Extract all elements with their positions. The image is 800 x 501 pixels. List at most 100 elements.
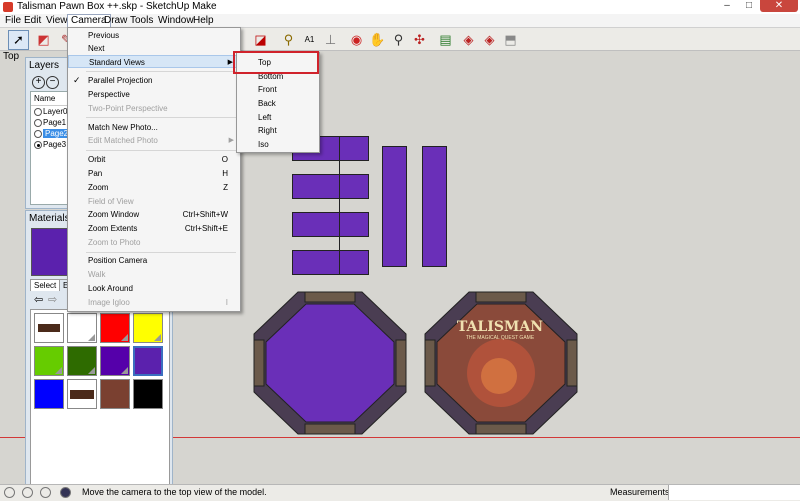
view-label: Top <box>3 51 20 62</box>
layer-radio-active[interactable] <box>34 141 42 149</box>
maximize-button[interactable]: □ <box>738 0 760 12</box>
menu-item-previous[interactable]: Previous <box>68 29 240 42</box>
menu-draw[interactable]: Draw <box>101 14 130 27</box>
submenu-item-front[interactable]: Front <box>237 83 319 96</box>
material-swatch[interactable] <box>34 379 64 409</box>
window-title: Talisman Pawn Box ++.skp - SketchUp Make <box>17 1 217 12</box>
octagon-board-purple[interactable] <box>250 288 410 438</box>
forward-arrow-icon[interactable]: ⇨ <box>48 293 57 306</box>
menu-item-parallel-projection[interactable]: ✓ Parallel Projection <box>68 74 240 87</box>
measurements-label: Measurements <box>610 487 670 497</box>
menu-item-match-new-photo[interactable]: Match New Photo... <box>68 121 240 134</box>
material-swatch-selected[interactable] <box>133 346 163 376</box>
menu-item-zoom-to-photo: Zoom to Photo <box>88 238 141 247</box>
status-message: Move the camera to the top view of the m… <box>82 487 267 497</box>
menu-separator <box>86 252 236 253</box>
submenu-item-iso[interactable]: Iso <box>237 138 319 151</box>
back-arrow-icon[interactable]: ⇦ <box>34 293 43 306</box>
layer-name: Layer0 <box>43 107 68 116</box>
status-bar: Move the camera to the top view of the m… <box>0 484 800 501</box>
menu-item-orbit[interactable]: Orbit O <box>68 153 240 166</box>
layer-name: Page3 <box>43 140 67 149</box>
close-button[interactable]: ✕ <box>760 0 798 12</box>
plank-piece[interactable] <box>422 146 447 267</box>
current-material-preview <box>31 228 69 276</box>
material-swatch[interactable] <box>34 346 64 376</box>
layer-radio[interactable] <box>34 119 42 127</box>
material-swatch[interactable] <box>133 313 163 343</box>
user-icon[interactable] <box>40 487 51 498</box>
menu-item-field-of-view: Field of View <box>88 197 134 206</box>
extension-warehouse-icon[interactable]: ⬒ <box>500 30 521 50</box>
menu-item-image-igloo: Image Igloo I <box>88 298 228 307</box>
wood-plank-thumb <box>38 324 60 332</box>
plank-piece[interactable] <box>382 146 407 267</box>
material-swatch[interactable] <box>100 379 130 409</box>
menu-item-zoom-window[interactable]: Zoom Window Ctrl+Shift+W <box>68 208 240 221</box>
geo-location-icon[interactable] <box>4 487 15 498</box>
checkmark-icon: ✓ <box>73 75 81 85</box>
material-swatch[interactable] <box>100 313 130 343</box>
menu-help[interactable]: Help <box>190 14 217 27</box>
material-swatch[interactable] <box>100 346 130 376</box>
select-tool-icon[interactable]: ➚ <box>8 30 29 50</box>
menu-item-edit-matched-photo: Edit Matched Photo ▶ <box>88 136 234 145</box>
axes-tool-icon[interactable]: ⊥ <box>320 30 341 50</box>
orbit-icon[interactable]: ◉ <box>346 30 367 50</box>
menu-item-position-camera[interactable]: Position Camera <box>68 254 240 267</box>
plank-piece[interactable] <box>292 212 369 237</box>
eraser-tool-icon[interactable]: ◩ <box>33 30 54 50</box>
artwork-subtitle: THE MAGICAL QUEST GAME <box>465 335 535 341</box>
menu-item-pan[interactable]: Pan H <box>68 167 240 180</box>
zoom-icon[interactable]: ⚲ <box>388 30 409 50</box>
menu-separator <box>86 150 236 151</box>
materials-grid <box>30 309 170 487</box>
share-model-icon[interactable]: ◈ <box>458 30 479 50</box>
menu-separator <box>86 117 236 118</box>
tab-select[interactable]: Select <box>30 279 61 291</box>
top-view-highlight-box <box>233 51 319 74</box>
menu-item-zoom[interactable]: Zoom Z <box>68 181 240 194</box>
menu-edit[interactable]: Edit <box>21 14 44 27</box>
layer-name: Page1 <box>43 118 67 127</box>
plank-piece[interactable] <box>292 174 369 199</box>
plank-seam <box>339 136 340 275</box>
submenu-item-left[interactable]: Left <box>237 111 319 124</box>
zoom-extents-icon[interactable]: ✣ <box>409 30 430 50</box>
menu-item-standard-views[interactable]: Standard Views ▶ <box>68 55 240 68</box>
warehouse-icon[interactable]: ▤ <box>435 30 456 50</box>
pan-hand-icon[interactable]: ✋ <box>367 30 388 50</box>
submenu-item-back[interactable]: Back <box>237 97 319 110</box>
menu-item-perspective[interactable]: Perspective <box>68 88 240 101</box>
layer-radio[interactable] <box>34 130 42 138</box>
plank-piece[interactable] <box>292 250 369 275</box>
paint-bucket-icon[interactable]: ◪ <box>250 30 271 50</box>
wood-plank-thumb <box>70 390 94 399</box>
menu-item-two-point-perspective: Two-Point Perspective <box>88 104 168 113</box>
minimize-button[interactable]: – <box>716 0 738 12</box>
sketchup-app-icon <box>3 2 13 12</box>
remove-layer-icon[interactable]: − <box>46 76 59 89</box>
material-swatch[interactable] <box>67 346 97 376</box>
octagon-board-artwork[interactable] <box>421 288 581 438</box>
tape-measure-icon[interactable]: ⚲ <box>278 30 299 50</box>
add-layer-icon[interactable]: + <box>32 76 45 89</box>
menu-item-next[interactable]: Next <box>68 42 240 55</box>
credits-icon[interactable] <box>22 487 33 498</box>
title-bar: Talisman Pawn Box ++.skp - SketchUp Make… <box>0 0 800 15</box>
help-icon[interactable] <box>60 487 71 498</box>
share-component-icon[interactable]: ◈ <box>479 30 500 50</box>
artwork-title: TALISMAN <box>456 319 544 335</box>
menu-item-zoom-extents[interactable]: Zoom Extents Ctrl+Shift+E <box>68 222 240 235</box>
camera-menu-dropdown: Previous Next Standard Views ▶ ✓ Parallel … <box>67 27 241 312</box>
menu-tools[interactable]: Tools <box>127 14 156 27</box>
submenu-item-right[interactable]: Right <box>237 124 319 137</box>
text-tool-icon[interactable]: A1 <box>299 30 320 50</box>
material-swatch[interactable] <box>133 379 163 409</box>
menu-item-look-around[interactable]: Look Around <box>68 282 240 295</box>
menu-bar: File Edit View Camera Draw Tools Window … <box>0 14 800 28</box>
layer-radio[interactable] <box>34 108 42 116</box>
menu-separator <box>86 71 236 72</box>
material-swatch[interactable] <box>67 313 97 343</box>
measurements-input[interactable] <box>668 485 800 500</box>
